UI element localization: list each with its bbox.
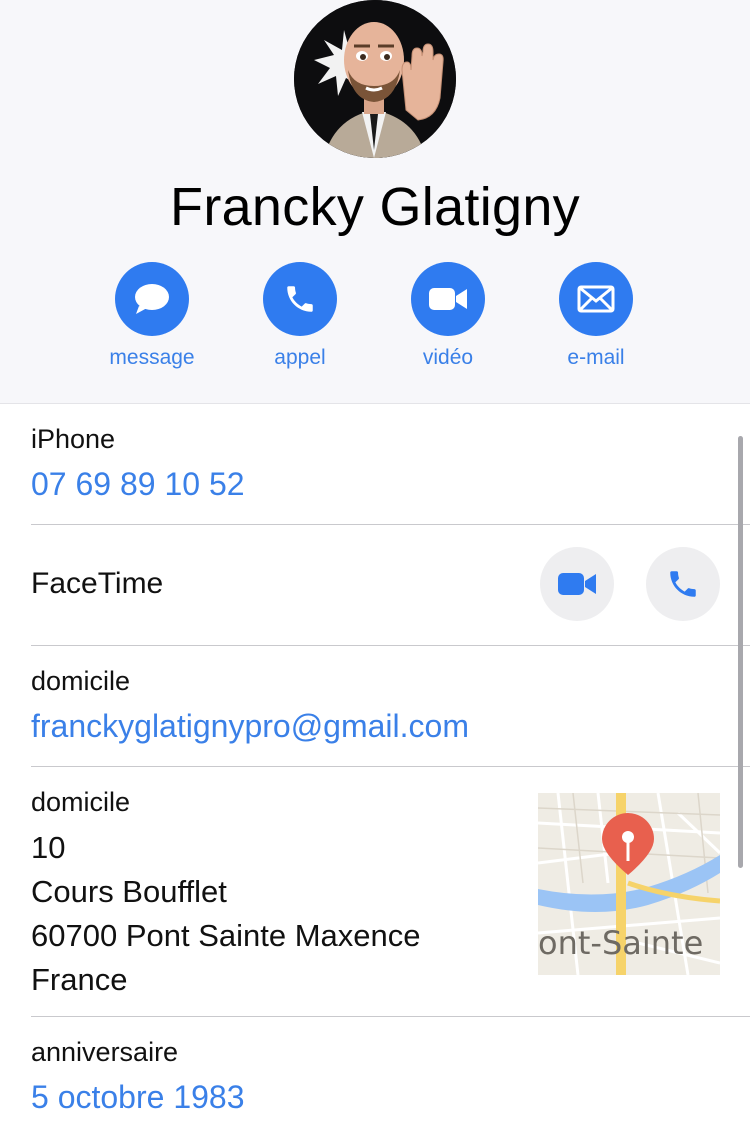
email-action-button[interactable]: e-mail <box>526 262 666 370</box>
address-line: 60700 Pont Sainte Maxence <box>31 918 421 953</box>
phone-icon <box>287 286 313 312</box>
phone-row[interactable]: iPhone 07 69 89 10 52 <box>31 404 750 525</box>
mail-icon <box>577 285 615 313</box>
birthday-date[interactable]: 5 octobre 1983 <box>31 1079 245 1116</box>
email-action-label: e-mail <box>567 346 625 369</box>
email-row[interactable]: domicile franckyglatignypro@gmail.com <box>31 646 750 767</box>
video-icon <box>429 288 467 310</box>
birthday-row[interactable]: anniversaire 5 octobre 1983 <box>31 1017 750 1121</box>
call-action-label: appel <box>274 346 326 369</box>
address-line: 10 <box>31 830 66 865</box>
facetime-row: FaceTime <box>31 525 750 646</box>
call-action-button[interactable]: appel <box>230 262 370 370</box>
video-action-label: vidéo <box>422 346 474 369</box>
address-line: France <box>31 962 128 997</box>
email-label: domicile <box>31 666 131 696</box>
address-row[interactable]: domicile 10 Cours Boufflet 60700 Pont Sa… <box>31 767 750 1017</box>
contact-name: Francky Glatigny <box>170 177 580 237</box>
address-label: domicile <box>31 787 131 817</box>
birthday-label: anniversaire <box>31 1037 179 1067</box>
address-line: Cours Boufflet <box>31 874 227 909</box>
map-place-label: ont-Sainte <box>538 924 703 962</box>
memoji-avatar-icon <box>294 0 456 158</box>
phone-number[interactable]: 07 69 89 10 52 <box>31 466 245 503</box>
email-address[interactable]: franckyglatignypro@gmail.com <box>31 708 469 745</box>
facetime-audio-button[interactable] <box>646 547 720 621</box>
facetime-video-button[interactable] <box>540 547 614 621</box>
video-action-button[interactable]: vidéo <box>378 262 518 370</box>
video-icon <box>558 573 596 595</box>
phone-label: iPhone <box>31 424 116 454</box>
message-icon <box>135 284 169 314</box>
message-action-button[interactable]: message <box>82 262 222 370</box>
map-icon: ont-Sainte <box>538 793 720 975</box>
contact-header: Francky Glatigny message appel vidéo e-m… <box>0 0 750 404</box>
avatar[interactable] <box>294 0 456 158</box>
message-action-label: message <box>109 346 195 369</box>
map-thumbnail[interactable]: ont-Sainte <box>538 793 720 975</box>
facetime-label: FaceTime <box>31 567 164 600</box>
phone-icon <box>670 571 696 597</box>
scrollbar[interactable] <box>738 436 743 868</box>
